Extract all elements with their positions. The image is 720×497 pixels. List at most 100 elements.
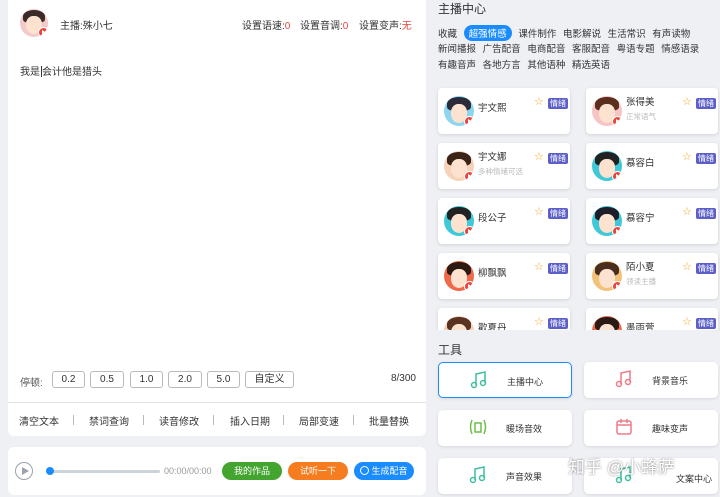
category-row-1: 收藏 超强情感 课件制作 电影解说 生活常识 有声读物	[438, 25, 694, 41]
category-tab[interactable]: 新闻播报	[438, 41, 476, 55]
anchor-card[interactable]: 陌小夏 领读主播 ☆ 情绪	[586, 253, 718, 299]
play-button[interactable]	[15, 462, 33, 480]
category-tab-active[interactable]: 超强情感	[463, 25, 512, 41]
my-works-button[interactable]: 我的作品	[222, 462, 282, 480]
tool-sound-effect[interactable]: 声音效果	[438, 458, 572, 494]
favorite-star-icon[interactable]: ☆	[682, 152, 692, 163]
editor-toolbar: 清空文本 禁词查询 读音修改 插入日期 局部变速 批量替换	[8, 402, 426, 434]
divider	[73, 415, 74, 425]
play-icon	[464, 116, 474, 126]
banned-word-check-button[interactable]: 禁词查询	[89, 413, 129, 428]
play-icon	[464, 226, 474, 236]
category-tab[interactable]: 情感语录	[661, 41, 699, 55]
zhihu-watermark: 知乎 @小蜂萨	[568, 458, 675, 477]
host-avatar[interactable]	[20, 9, 48, 37]
pause-option-custom[interactable]: 自定义	[245, 371, 294, 388]
favorite-star-icon[interactable]: ☆	[534, 152, 544, 163]
anchor-desc: 正常语气	[626, 112, 656, 121]
category-tab[interactable]: 课件制作	[518, 26, 556, 40]
divider	[283, 415, 284, 425]
emotion-badge: 情绪	[548, 208, 568, 219]
favorite-star-icon[interactable]: ☆	[534, 317, 544, 328]
favorite-star-icon[interactable]: ☆	[534, 97, 544, 108]
category-tab[interactable]: 收藏	[438, 26, 457, 40]
anchor-card[interactable]: 宇文熙 ☆ 情绪	[438, 88, 570, 134]
emotion-badge: 情绪	[548, 153, 568, 164]
play-icon	[612, 226, 622, 236]
category-tab[interactable]: 电商配音	[527, 41, 565, 55]
category-tab[interactable]: 其他语种	[527, 57, 565, 71]
anchor-card[interactable]: 宇文娜 多种情绪可选 ☆ 情绪	[438, 143, 570, 189]
favorite-star-icon[interactable]: ☆	[534, 207, 544, 218]
pause-option-5.0[interactable]: 5.0	[207, 371, 240, 388]
pause-option-2.0[interactable]: 2.0	[168, 371, 202, 388]
favorite-star-icon[interactable]: ☆	[682, 207, 692, 218]
pause-option-0.2[interactable]: 0.2	[52, 371, 85, 388]
progress-track[interactable]	[48, 470, 160, 473]
pronunciation-edit-button[interactable]: 读音修改	[159, 413, 199, 428]
music-note-icon	[470, 371, 487, 389]
play-icon	[612, 171, 622, 181]
category-tab[interactable]: 有声读物	[652, 26, 690, 40]
calendar-icon	[616, 419, 632, 435]
anchor-avatar	[444, 151, 474, 181]
text-input-area[interactable]: 我是 会计他是猎头	[20, 63, 102, 78]
category-tab[interactable]: 生活常识	[608, 26, 646, 40]
category-tab[interactable]: 粤语专题	[617, 41, 655, 55]
anchor-avatar	[592, 96, 622, 126]
category-tab[interactable]: 广告配音	[483, 41, 521, 55]
clear-text-button[interactable]: 清空文本	[19, 413, 59, 428]
anchor-card[interactable]: 柳飘飘 ☆ 情绪	[438, 253, 570, 299]
anchor-card[interactable]: 慕容宁 ☆ 情绪	[586, 198, 718, 244]
anchor-avatar	[444, 206, 474, 236]
tool-warmup-sound[interactable]: 暖场音效	[438, 410, 572, 446]
pause-option-1.0[interactable]: 1.0	[130, 371, 163, 388]
tool-fun-voice-change[interactable]: 趣味变声	[584, 410, 718, 446]
anchor-card[interactable]: 慕容白 ☆ 情绪	[586, 143, 718, 189]
play-icon	[612, 281, 622, 291]
favorite-star-icon[interactable]: ☆	[682, 97, 692, 108]
tool-background-music[interactable]: 背景音乐	[584, 362, 718, 398]
speed-setting[interactable]: 设置语速:0	[242, 17, 290, 32]
anchor-avatar	[444, 261, 474, 291]
emotion-badge: 情绪	[696, 208, 716, 219]
tool-anchor-center[interactable]: 主播中心	[438, 362, 572, 398]
partial-speed-button[interactable]: 局部变速	[299, 413, 339, 428]
anchor-desc: 领读主播	[626, 277, 656, 286]
play-icon	[464, 281, 474, 291]
anchor-name: 墨雨萱	[626, 323, 655, 330]
anchor-card[interactable]: 墨雨萱 ☆ 情绪	[586, 308, 718, 330]
tool-label: 趣味变声	[652, 424, 689, 434]
generate-voice-button[interactable]: 生成配音	[354, 462, 414, 480]
insert-date-button[interactable]: 插入日期	[230, 413, 270, 428]
category-row-3: 有趣音声 各地方言 其他语种 精选英语	[438, 57, 614, 71]
time-display: 00:00/00:00	[164, 466, 212, 476]
category-tab[interactable]: 有趣音声	[438, 57, 476, 71]
anchor-card[interactable]: 张得美 正常语气 ☆ 情绪	[586, 88, 718, 134]
favorite-star-icon[interactable]: ☆	[682, 317, 692, 328]
anchor-name: 宇文熙	[478, 103, 507, 114]
category-tab[interactable]: 电影解说	[563, 26, 601, 40]
anchor-card[interactable]: 段公子 ☆ 情绪	[438, 198, 570, 244]
anchor-name: 宇文娜	[478, 152, 507, 163]
favorite-star-icon[interactable]: ☆	[534, 262, 544, 273]
batch-replace-button[interactable]: 批量替换	[369, 413, 409, 428]
anchor-card[interactable]: 歡夏丹 ☆ 情绪	[438, 308, 570, 330]
anchor-avatar	[444, 316, 474, 330]
pause-option-0.5[interactable]: 0.5	[90, 371, 124, 388]
editor-header: 主播:殊小七 设置语速:0 设置音调:0 设置变声:无	[8, 0, 426, 46]
anchor-name: 段公子	[478, 213, 507, 224]
anchor-avatar	[592, 261, 622, 291]
pitch-setting[interactable]: 设置音调:0	[300, 17, 348, 32]
progress-handle[interactable]	[46, 467, 54, 475]
tool-label: 声音效果	[506, 472, 543, 482]
category-tab[interactable]: 客服配音	[572, 41, 610, 55]
category-tab[interactable]: 各地方言	[483, 57, 521, 71]
category-tab[interactable]: 精选英语	[572, 57, 610, 71]
favorite-star-icon[interactable]: ☆	[682, 262, 692, 273]
tool-label: 背景音乐	[652, 376, 689, 386]
tools-title: 工具	[438, 343, 463, 357]
char-counter: 8/300	[390, 373, 416, 384]
try-listen-button[interactable]: 试听一下	[288, 462, 348, 480]
voice-change-setting[interactable]: 设置变声:无	[359, 17, 412, 32]
